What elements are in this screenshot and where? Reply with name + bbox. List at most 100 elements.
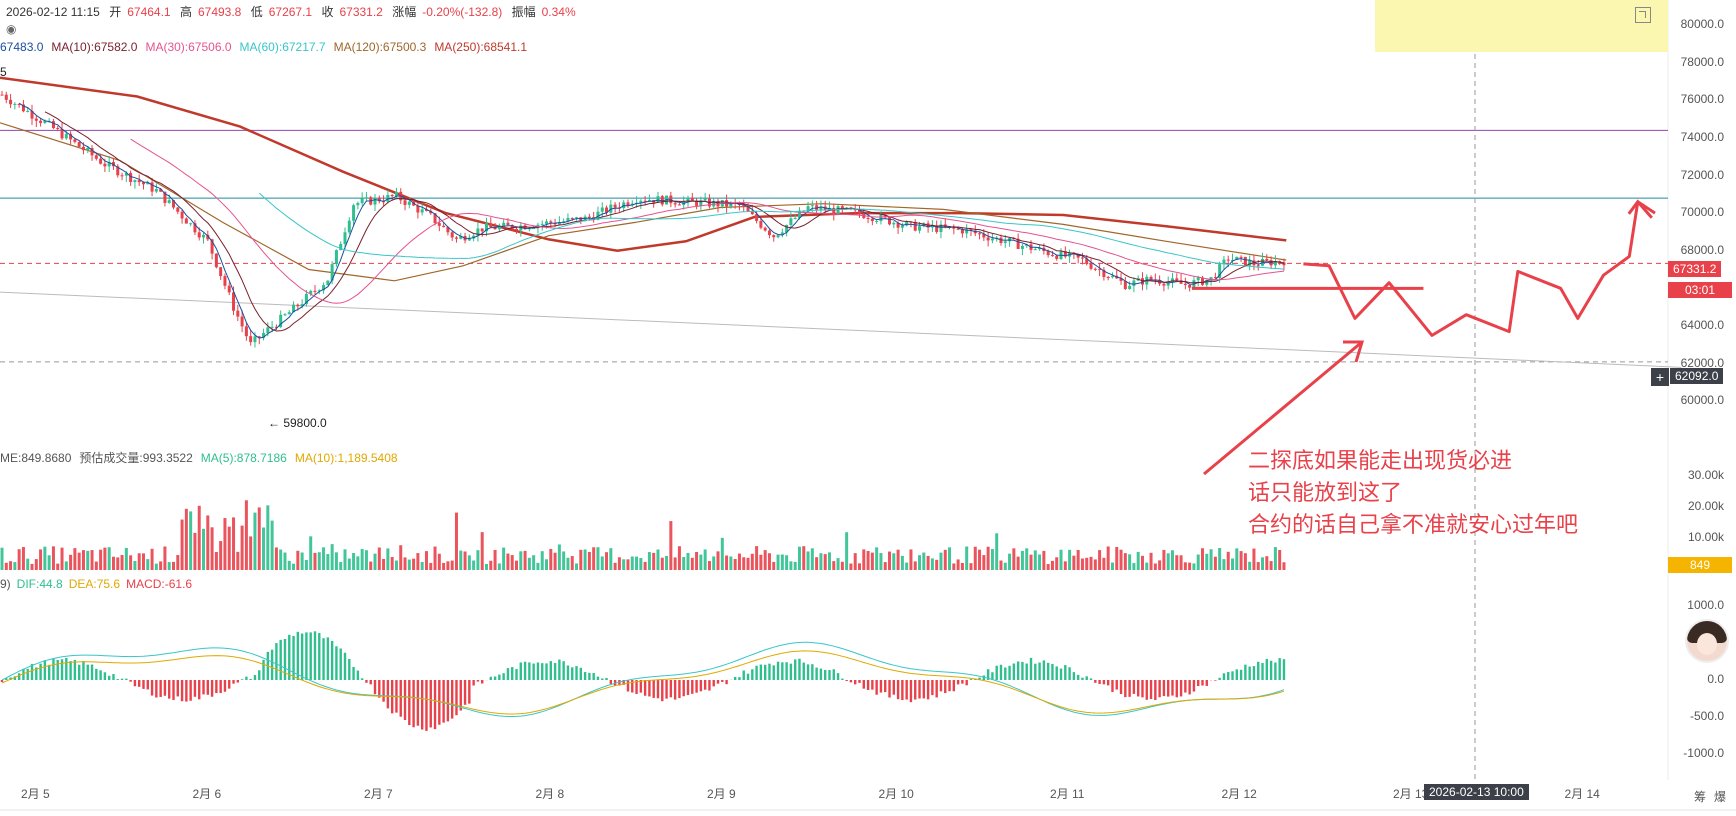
expand-icon[interactable] [1635,7,1651,23]
volume-bar [43,546,47,570]
macd-bar [489,676,492,680]
volume-bar [480,532,484,570]
volume-bar [339,562,343,570]
volume-bar [960,562,964,570]
macd-bar [763,664,767,680]
volume-bar [720,537,724,570]
macd-bar [1042,660,1046,680]
ma-legend-item-1: MA(10):67582.0 [51,40,138,54]
volume-bar [476,550,480,570]
macd-bar [746,673,750,680]
macd-bar [403,680,407,720]
macd-bar [1248,666,1251,680]
volume-bar [1196,554,1200,570]
candle-body [772,235,776,238]
volume-bar [1248,561,1252,570]
macd-bar [1269,660,1273,680]
macd-bar [172,680,175,700]
macd-bar [1055,666,1058,680]
macd-bar [189,680,192,701]
volume-bar [1123,553,1127,570]
macd-bar [360,678,364,680]
macd-bar [944,680,947,694]
candle-body [1239,256,1243,258]
macd-bar [926,680,930,700]
volume-bar [1068,549,1072,570]
chart-canvas[interactable] [0,0,1736,816]
macd-bar [348,658,351,680]
candle-body [296,304,300,307]
macd-bar [1261,663,1264,680]
volume-bar [712,556,716,570]
macd-bar [841,678,844,680]
volume-bar [1205,553,1209,570]
volume-bar [416,553,420,570]
liquidation-button[interactable]: 爆 [1714,788,1726,805]
macd-bar [691,680,694,694]
chip-button[interactable]: 筹 [1694,788,1706,805]
macd-bar [185,680,188,702]
macd-bar [1076,674,1080,680]
macd-bar [1072,672,1076,680]
add-alert-icon[interactable]: + [1651,368,1669,386]
date-tick: 2月 10 [878,787,914,801]
candle-body [480,228,484,232]
volume-bar [1153,563,1157,570]
assistant-avatar[interactable] [1685,619,1729,663]
volume-bar [703,549,707,570]
volume-bar [99,549,103,570]
macd-bar [875,680,878,695]
volume-bar [154,563,158,570]
macd-bar [1085,676,1088,680]
volume-bar [948,547,952,570]
ma-legend-item-3: MA(60):67217.7 [239,40,326,54]
macd-bar [781,662,784,680]
candle-body [9,99,13,105]
candle-body [403,200,407,205]
volume-bar [382,558,386,570]
candle-body [900,225,904,228]
macd-bar [1205,680,1208,686]
macd-bar [1128,680,1131,697]
candle-body [420,209,424,213]
volume-bar [1243,553,1247,570]
volume-bar [1050,560,1054,570]
volume-bar [1213,556,1217,570]
candle-body [86,148,90,151]
candle-body [364,197,368,199]
volume-bar [90,550,94,570]
eye-icon[interactable]: ◉ [6,22,16,36]
volume-bar [665,555,669,570]
volume-bar [163,546,167,570]
candle-body [879,214,883,222]
volume-bar [1192,563,1196,570]
volume-bar [202,528,206,570]
candle-body [832,207,836,215]
volume-bar [540,551,544,570]
macd-bar [450,680,454,719]
volume-bar [279,549,283,570]
candle-body [283,314,287,316]
price-tick: 74000.0 [1680,129,1724,144]
macd-bar [116,679,119,680]
macd-bar [523,661,527,680]
vol-legend-item-3: MA(10):1,189.5408 [294,451,398,465]
macd-bar [206,680,209,695]
macd-bar [1029,657,1033,680]
volume-bar [870,552,874,570]
volume-bar [266,505,270,570]
volume-bar [94,561,98,570]
volume-bar [879,553,883,570]
volume-bar [789,561,793,570]
volume-bar [600,556,604,570]
macd-bar [210,680,214,697]
macd-tick: -1000.0 [1683,746,1724,760]
macd-bar [47,664,51,680]
macd-bar [909,680,913,703]
candle-body [450,232,454,238]
price-tick: 60000.0 [1680,393,1724,408]
macd-bar [596,676,600,680]
forecast-path [1303,200,1656,337]
macd-bar [562,661,565,680]
volume-bar [943,549,947,570]
